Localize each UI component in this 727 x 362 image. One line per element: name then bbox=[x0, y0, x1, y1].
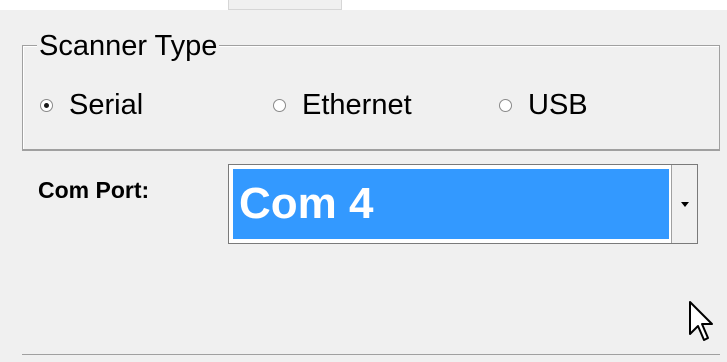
radio-ethernet-label: Ethernet bbox=[302, 88, 412, 121]
tab-stub bbox=[228, 0, 342, 10]
mouse-pointer-icon bbox=[689, 301, 713, 341]
chevron-down-icon bbox=[680, 201, 689, 207]
window-top-edge bbox=[0, 0, 727, 10]
radio-serial[interactable]: Serial bbox=[40, 87, 143, 123]
radio-unchecked-icon bbox=[499, 98, 512, 112]
scanner-type-title: Scanner Type bbox=[37, 28, 220, 64]
radio-checked-icon bbox=[40, 98, 53, 112]
radio-usb-label: USB bbox=[528, 88, 588, 121]
radio-usb[interactable]: USB bbox=[499, 87, 588, 123]
radio-ethernet[interactable]: Ethernet bbox=[273, 87, 412, 123]
com-port-label: Com Port: bbox=[38, 177, 150, 203]
com-port-selected-value: Com 4 bbox=[233, 169, 669, 239]
radio-serial-label: Serial bbox=[69, 88, 144, 121]
dropdown-button[interactable] bbox=[671, 165, 697, 243]
radio-unchecked-icon bbox=[273, 98, 286, 112]
com-port-select[interactable]: Com 4 bbox=[228, 164, 698, 244]
